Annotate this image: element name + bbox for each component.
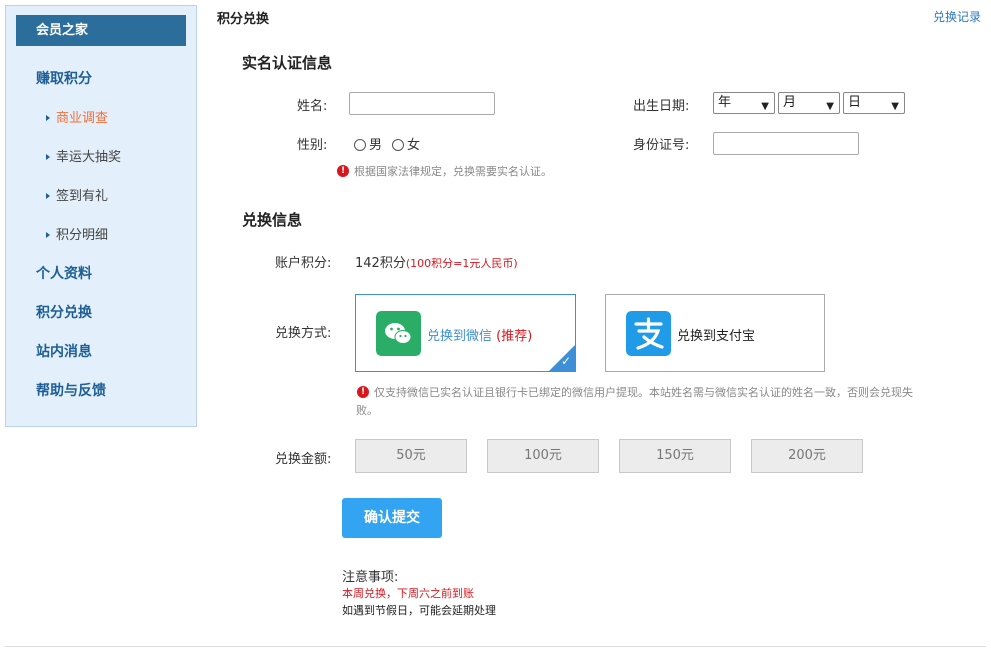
method-notice-continued: 败。 bbox=[356, 404, 378, 417]
notes-title: 注意事项: bbox=[342, 570, 399, 585]
id-number-input[interactable] bbox=[713, 132, 859, 155]
points-value: 142积分 bbox=[355, 256, 406, 271]
wechat-recommend-tag: (推荐) bbox=[496, 329, 533, 344]
chevron-down-icon: ▼ bbox=[891, 101, 899, 112]
identity-notice: ! 根据国家法律规定，兑换需要实名认证。 bbox=[337, 163, 552, 179]
sidebar-subitem-lottery[interactable]: 幸运大抽奖 bbox=[46, 146, 121, 165]
birth-day-value: 日 bbox=[848, 95, 862, 110]
warning-icon: ! bbox=[337, 165, 349, 177]
amount-100-button[interactable]: 100元 bbox=[487, 439, 599, 473]
alipay-text: 兑换到支付宝 bbox=[677, 329, 756, 344]
female-radio[interactable] bbox=[392, 138, 404, 151]
bottom-divider bbox=[5, 646, 986, 647]
alipay-icon bbox=[626, 311, 671, 356]
caret-right-icon bbox=[46, 231, 50, 238]
method-notice: ! 仅支持微信已实名认证且银行卡已绑定的微信用户提现。本站姓名需与微信实名认证的姓… bbox=[357, 384, 977, 402]
amount-150-button[interactable]: 150元 bbox=[619, 439, 731, 473]
sidebar-subitem-label: 签到有礼 bbox=[56, 189, 109, 204]
alipay-option[interactable]: 兑换到支付宝 bbox=[605, 294, 825, 372]
chevron-down-icon: ▼ bbox=[761, 101, 769, 112]
caret-right-icon bbox=[46, 153, 50, 160]
sidebar-item-help[interactable]: 帮助与反馈 bbox=[36, 380, 106, 400]
exchange-section-title: 兑换信息 bbox=[242, 211, 303, 229]
caret-right-icon bbox=[46, 192, 50, 199]
wechat-icon bbox=[376, 311, 421, 356]
points-display: 142积分(100积分=1元人民币) bbox=[355, 252, 518, 271]
female-label: 女 bbox=[407, 138, 421, 153]
identity-section-title: 实名认证信息 bbox=[242, 54, 333, 72]
submit-button[interactable]: 确认提交 bbox=[342, 498, 442, 538]
sidebar-item-profile[interactable]: 个人资料 bbox=[36, 263, 92, 283]
name-label: 姓名: bbox=[297, 99, 328, 114]
wechat-text: 兑换到微信 bbox=[427, 329, 493, 344]
warning-icon: ! bbox=[357, 386, 369, 398]
gender-male-option[interactable]: 男 bbox=[354, 134, 382, 153]
identity-notice-text: 根据国家法律规定，兑换需要实名认证。 bbox=[354, 165, 552, 178]
id-number-label: 身份证号: bbox=[633, 138, 690, 153]
sidebar-item-messages[interactable]: 站内消息 bbox=[36, 341, 92, 361]
page-title: 积分兑换 bbox=[217, 12, 270, 27]
amount-label: 兑换金额: bbox=[275, 452, 332, 467]
points-label: 账户积分: bbox=[275, 256, 332, 271]
points-rate: (100积分=1元人民币) bbox=[405, 257, 518, 270]
sidebar-header: 会员之家 bbox=[16, 15, 186, 46]
birth-year-select[interactable]: 年 ▼ bbox=[713, 92, 775, 114]
sidebar-subitem-survey[interactable]: 商业调查 bbox=[46, 107, 108, 126]
gender-label: 性别: bbox=[297, 138, 328, 153]
check-icon: ✓ bbox=[560, 354, 571, 368]
caret-right-icon bbox=[46, 114, 50, 121]
male-label: 男 bbox=[369, 138, 383, 153]
birth-year-value: 年 bbox=[718, 95, 732, 110]
male-radio[interactable] bbox=[354, 138, 366, 151]
sidebar: 会员之家 赚取积分 商业调查 幸运大抽奖 签到有礼 积分明细 个人资料 积分兑换… bbox=[5, 5, 197, 427]
birth-month-select[interactable]: 月 ▼ bbox=[778, 92, 840, 114]
sidebar-subitem-label: 商业调查 bbox=[56, 111, 109, 126]
sidebar-subitem-points-detail[interactable]: 积分明细 bbox=[46, 224, 108, 243]
birth-day-select[interactable]: 日 ▼ bbox=[843, 92, 905, 114]
wechat-option[interactable]: 兑换到微信 (推荐) ✓ bbox=[355, 294, 576, 372]
sidebar-subitem-label: 幸运大抽奖 bbox=[56, 150, 122, 165]
sidebar-item-earn-points[interactable]: 赚取积分 bbox=[36, 68, 92, 88]
method-notice-text: 仅支持微信已实名认证且银行卡已绑定的微信用户提现。本站姓名需与微信实名认证的姓名… bbox=[374, 386, 913, 399]
chevron-down-icon: ▼ bbox=[826, 101, 834, 112]
sidebar-subitem-checkin[interactable]: 签到有礼 bbox=[46, 185, 108, 204]
sidebar-subitem-label: 积分明细 bbox=[56, 228, 109, 243]
gender-female-option[interactable]: 女 bbox=[392, 134, 420, 153]
amount-50-button[interactable]: 50元 bbox=[355, 439, 467, 473]
birth-month-value: 月 bbox=[783, 95, 797, 110]
notes-line-2: 如遇到节假日，可能会延期处理 bbox=[342, 604, 496, 617]
method-label: 兑换方式: bbox=[275, 326, 332, 341]
name-input[interactable] bbox=[349, 92, 495, 115]
wechat-option-label: 兑换到微信 (推荐) bbox=[427, 325, 532, 344]
birth-date-label: 出生日期: bbox=[633, 99, 690, 114]
notes-line-1: 本周兑换，下周六之前到账 bbox=[342, 587, 474, 600]
exchange-record-link[interactable]: 兑换记录 bbox=[933, 8, 981, 25]
amount-200-button[interactable]: 200元 bbox=[751, 439, 863, 473]
sidebar-item-exchange[interactable]: 积分兑换 bbox=[36, 302, 92, 322]
